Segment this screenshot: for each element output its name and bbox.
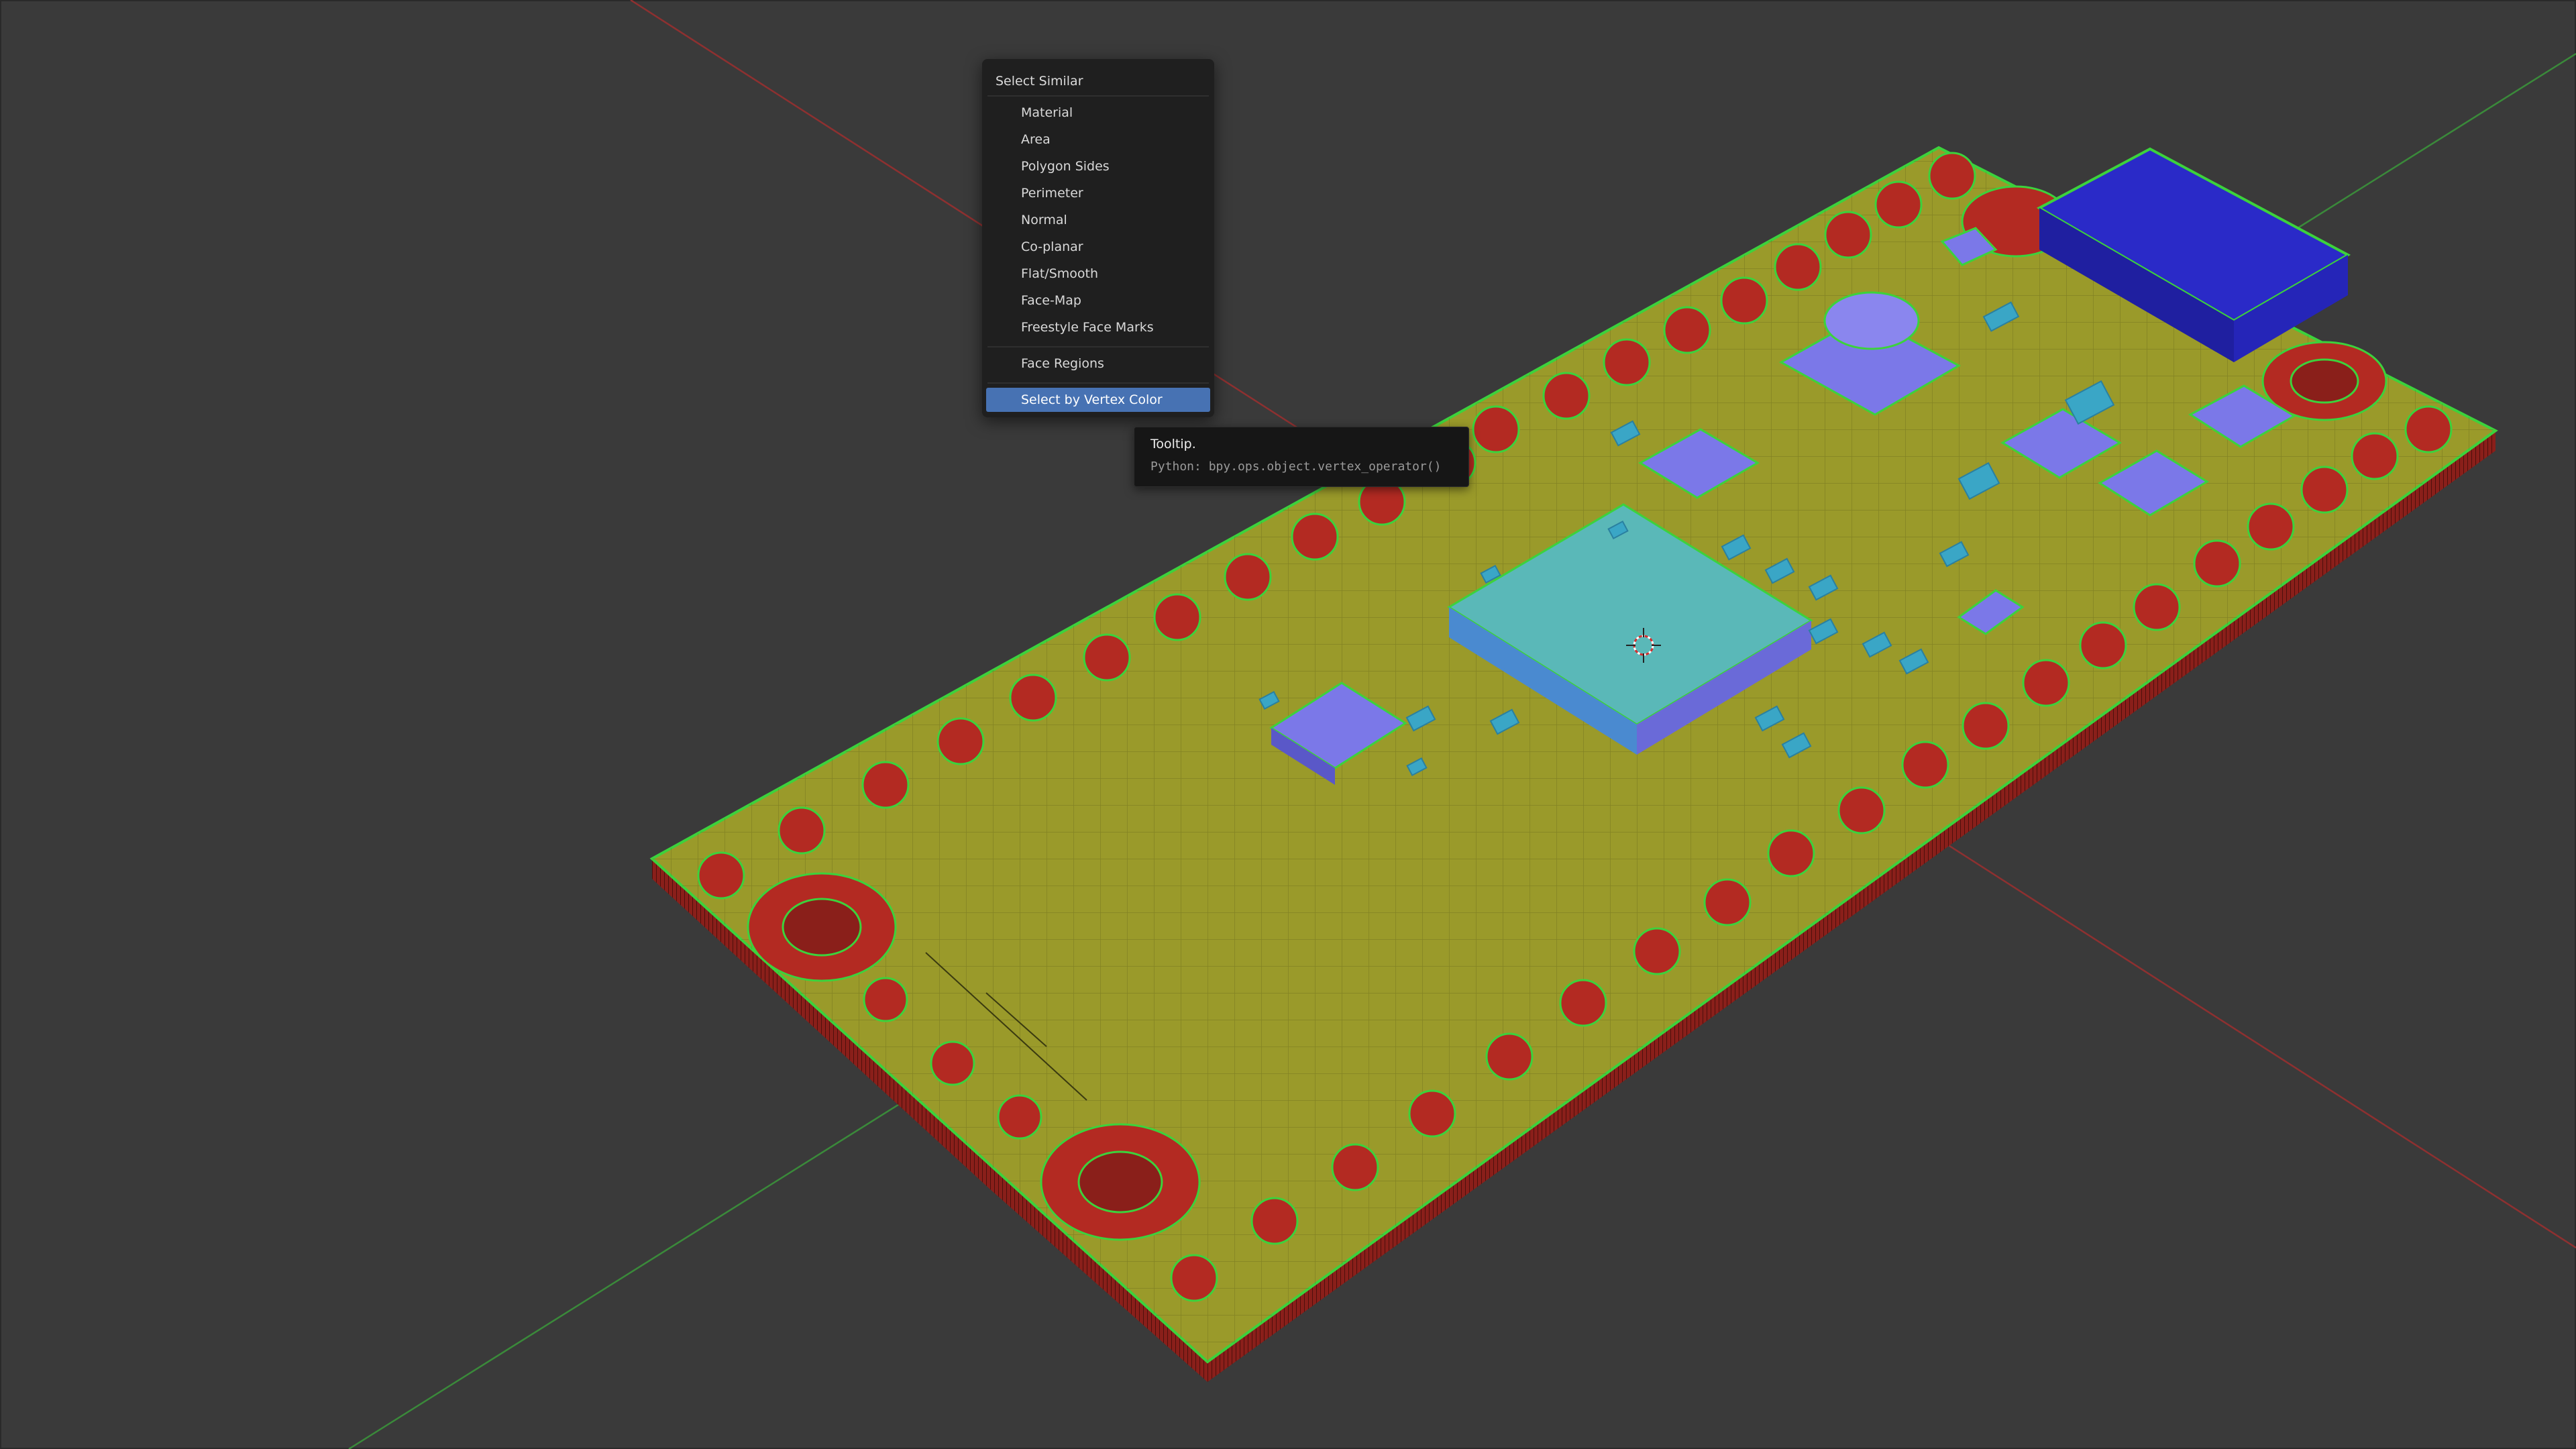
3d-viewport[interactable]: Select Similar Material Area Polygon Sid… bbox=[0, 0, 2576, 1449]
tooltip-python-path: Python: bpy.ops.object.vertex_operator() bbox=[1150, 460, 1442, 474]
menu-item-perimeter[interactable]: Perimeter bbox=[986, 181, 1210, 205]
menu-item-co-planar[interactable]: Co-planar bbox=[986, 235, 1210, 259]
menu-item-material[interactable]: Material bbox=[986, 101, 1210, 125]
3d-cursor-icon[interactable] bbox=[1623, 625, 1664, 665]
menu-title: Select Similar bbox=[996, 74, 1083, 89]
menu-separator bbox=[987, 382, 1209, 384]
menu-item-normal[interactable]: Normal bbox=[986, 208, 1210, 232]
menu-item-flat-smooth[interactable]: Flat/Smooth bbox=[986, 262, 1210, 286]
menu-separator bbox=[987, 95, 1209, 97]
menu-item-freestyle-face-marks[interactable]: Freestyle Face Marks bbox=[986, 315, 1210, 339]
viewport-scene[interactable] bbox=[0, 0, 2576, 1449]
menu-item-face-regions[interactable]: Face Regions bbox=[986, 352, 1210, 376]
menu-separator bbox=[987, 346, 1209, 347]
menu-item-select-by-vertex-color[interactable]: Select by Vertex Color bbox=[986, 388, 1210, 412]
tooltip: Tooltip. Python: bpy.ops.object.vertex_o… bbox=[1134, 427, 1469, 487]
tooltip-title: Tooltip. bbox=[1150, 437, 1196, 451]
menu-item-face-map[interactable]: Face-Map bbox=[986, 288, 1210, 313]
menu-item-area[interactable]: Area bbox=[986, 127, 1210, 152]
select-similar-menu[interactable]: Select Similar Material Area Polygon Sid… bbox=[982, 59, 1214, 417]
menu-item-polygon-sides[interactable]: Polygon Sides bbox=[986, 154, 1210, 178]
